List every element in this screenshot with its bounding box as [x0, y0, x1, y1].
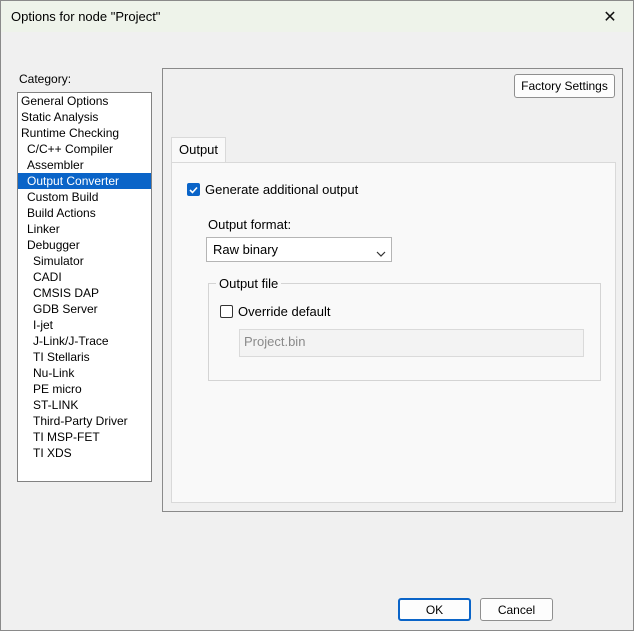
category-item[interactable]: Third-Party Driver — [18, 413, 151, 429]
output-file-group: Output file Override default Project.bin — [208, 276, 601, 381]
category-item[interactable]: I-jet — [18, 317, 151, 333]
category-item[interactable]: TI Stellaris — [18, 349, 151, 365]
category-item[interactable]: CADI — [18, 269, 151, 285]
category-item[interactable]: General Options — [18, 93, 151, 109]
generate-output-checkbox[interactable]: Generate additional output — [187, 182, 358, 197]
override-default-label: Override default — [238, 304, 331, 319]
window-title: Options for node "Project" — [11, 9, 161, 24]
output-file-input: Project.bin — [239, 329, 584, 357]
generate-output-label: Generate additional output — [205, 182, 359, 197]
category-item[interactable]: Simulator — [18, 253, 151, 269]
category-item[interactable]: ST-LINK — [18, 397, 151, 413]
category-list[interactable]: General Options Static Analysis Runtime Ch… — [17, 92, 152, 482]
category-item[interactable]: Debugger — [18, 237, 151, 253]
category-label: Category: — [19, 72, 72, 86]
category-item[interactable]: Linker — [18, 221, 151, 237]
category-item[interactable]: TI MSP-FET — [18, 429, 151, 445]
tab-output[interactable]: Output — [171, 137, 227, 162]
cancel-button[interactable]: Cancel — [480, 598, 553, 621]
category-item[interactable]: C/C++ Compiler — [18, 141, 151, 157]
close-button[interactable]: ✕ — [587, 1, 633, 32]
options-panel: Factory Settings Output Generate additio… — [162, 68, 623, 512]
category-item[interactable]: Nu-Link — [18, 365, 151, 381]
factory-settings-button[interactable]: Factory Settings — [514, 74, 615, 98]
category-item[interactable]: Custom Build — [18, 189, 151, 205]
output-format-select[interactable]: Raw binary — [206, 237, 392, 262]
category-item[interactable]: CMSIS DAP — [18, 285, 151, 301]
output-format-label: Output format: — [208, 217, 292, 232]
category-item[interactable]: TI XDS — [18, 445, 151, 461]
category-item[interactable]: Assembler — [18, 157, 151, 173]
category-item[interactable]: Static Analysis — [18, 109, 151, 125]
category-item[interactable]: Runtime Checking — [18, 125, 151, 141]
category-item[interactable]: J-Link/J-Trace — [18, 333, 151, 349]
category-item[interactable]: Build Actions — [18, 205, 151, 221]
checkbox-unchecked-icon[interactable] — [220, 305, 233, 318]
output-tab-content: Generate additional output Output format… — [171, 162, 616, 503]
title-bar: Options for node "Project" ✕ — [1, 1, 633, 32]
output-format-value: Raw binary — [213, 242, 279, 257]
close-icon: ✕ — [603, 8, 617, 26]
output-file-legend: Output file — [216, 276, 282, 291]
category-item[interactable]: PE micro — [18, 381, 151, 397]
checkbox-checked-icon[interactable] — [187, 183, 200, 196]
chevron-down-icon — [376, 245, 386, 260]
ok-button[interactable]: OK — [398, 598, 471, 621]
options-dialog: Options for node "Project" ✕ Category: G… — [0, 0, 634, 631]
override-default-checkbox[interactable]: Override default — [220, 304, 331, 319]
category-item[interactable]: Output Converter — [18, 173, 151, 189]
category-item[interactable]: GDB Server — [18, 301, 151, 317]
